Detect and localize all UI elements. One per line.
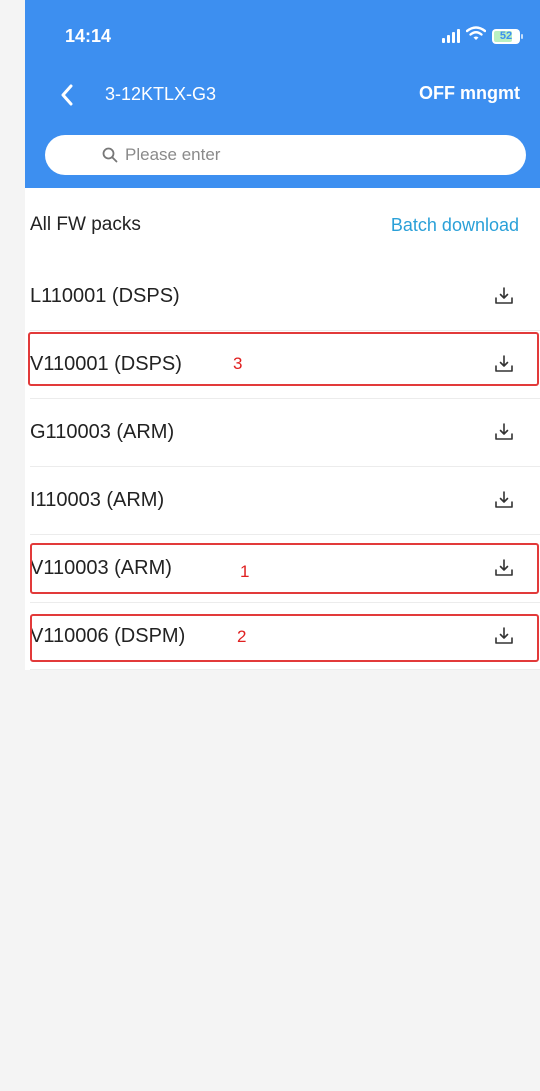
chevron-left-icon[interactable]: [55, 82, 79, 108]
list-item[interactable]: V110001 (DSPS): [25, 330, 540, 398]
status-icons: 52: [442, 26, 523, 46]
search-input[interactable]: [125, 140, 505, 170]
signal-icon: [442, 29, 460, 43]
app-screen: 14:14 52 3-12KTLX-G3 OFF mngmt Please en…: [25, 0, 540, 1091]
list-item-label: L110001 (DSPS): [30, 284, 180, 307]
list-item-label: V110003 (ARM): [30, 556, 172, 579]
off-mngmt-button[interactable]: OFF mngmt: [419, 83, 520, 104]
search-icon: [101, 146, 119, 164]
battery-level: 52: [499, 30, 513, 42]
status-time: 14:14: [65, 26, 112, 46]
download-icon[interactable]: [492, 624, 516, 648]
download-icon[interactable]: [492, 284, 516, 308]
nav-bar: 3-12KTLX-G3 OFF mngmt: [25, 76, 540, 114]
list-item-label: V110006 (DSPM): [30, 624, 186, 647]
list-item[interactable]: G110003 (ARM): [25, 398, 540, 466]
download-icon[interactable]: [492, 488, 516, 512]
fw-pack-list: All FW packs Batch download L110001 (DSP…: [25, 188, 540, 670]
list-item[interactable]: I110003 (ARM): [25, 466, 540, 534]
battery-icon: 52: [492, 28, 523, 44]
download-icon[interactable]: [492, 352, 516, 376]
list-item[interactable]: V110006 (DSPM): [25, 602, 540, 670]
device-title: 3-12KTLX-G3: [105, 84, 217, 104]
list-title: All FW packs: [30, 214, 141, 235]
list-item-label: I110003 (ARM): [30, 488, 165, 511]
list-item[interactable]: V110003 (ARM): [25, 534, 540, 602]
download-icon[interactable]: [492, 420, 516, 444]
list-header: All FW packs Batch download: [25, 188, 540, 262]
list-item[interactable]: L110001 (DSPS): [25, 262, 540, 330]
wifi-icon: [465, 26, 487, 46]
download-icon[interactable]: [492, 556, 516, 580]
app-header: 14:14 52 3-12KTLX-G3 OFF mngmt Please en…: [25, 0, 540, 188]
batch-download-button[interactable]: Batch download: [391, 215, 519, 236]
list-item-label: G110003 (ARM): [30, 420, 175, 443]
search-bar[interactable]: [45, 135, 526, 175]
status-bar: 14:14 52: [25, 0, 540, 70]
list-item-label: V110001 (DSPS): [30, 352, 182, 375]
